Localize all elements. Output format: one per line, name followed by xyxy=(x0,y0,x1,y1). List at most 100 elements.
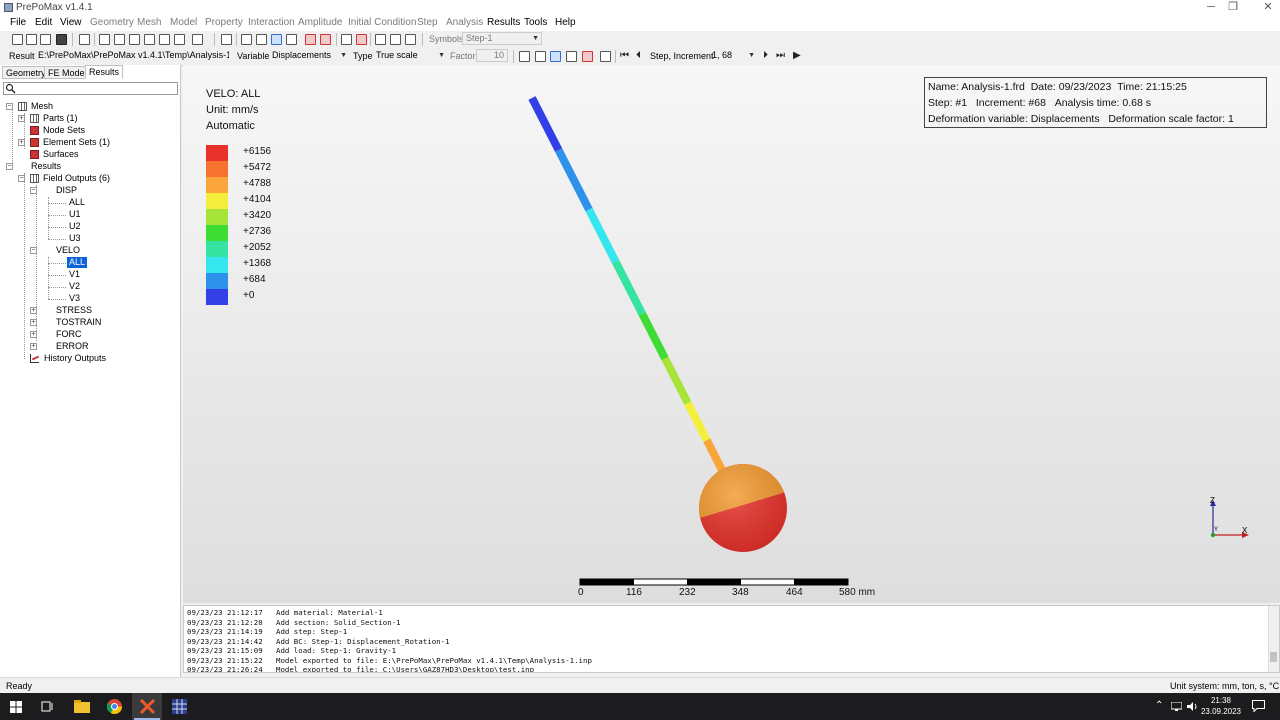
explode-icon[interactable] xyxy=(305,34,316,45)
expand-icon[interactable]: + xyxy=(30,331,37,338)
wireframe-icon[interactable] xyxy=(241,34,252,45)
log-scrollbar-thumb[interactable] xyxy=(1270,652,1277,662)
expand-icon[interactable]: + xyxy=(30,319,37,326)
output-log[interactable]: 09/23/23 21:12:17 Add material: Material… xyxy=(183,605,1280,673)
stop-icon[interactable] xyxy=(582,51,593,62)
shaded-edges-icon[interactable] xyxy=(256,34,267,45)
show-only-icon[interactable] xyxy=(405,34,416,45)
variable-select[interactable]: Displacements ▼ xyxy=(268,49,350,62)
new-icon[interactable] xyxy=(12,34,23,45)
tree-search-input[interactable] xyxy=(3,82,178,95)
expand-icon[interactable]: + xyxy=(30,307,37,314)
tray-chevron-up-icon[interactable]: ⌃ xyxy=(1155,700,1163,711)
tab-geometry[interactable]: Geometry xyxy=(2,66,50,79)
view-top-icon[interactable] xyxy=(129,34,140,45)
tab-fe-model[interactable]: FE Model xyxy=(44,66,91,79)
display-table-icon[interactable] xyxy=(550,51,561,62)
expand-icon[interactable]: + xyxy=(30,343,37,350)
view-back-icon[interactable] xyxy=(114,34,125,45)
menu-step[interactable]: Step xyxy=(417,17,438,28)
menu-results[interactable]: Results xyxy=(487,17,520,28)
notifications-icon[interactable] xyxy=(1252,700,1265,712)
increment-select[interactable]: 1, 68 ▼ xyxy=(708,49,758,62)
expand-icon[interactable]: + xyxy=(18,115,25,122)
prepomax-app-icon xyxy=(140,699,155,714)
save-icon[interactable] xyxy=(56,34,67,45)
x-axis-label: X xyxy=(1242,526,1248,535)
speaker-icon[interactable] xyxy=(1187,702,1199,711)
view-left-icon[interactable] xyxy=(159,34,170,45)
menu-mesh[interactable]: Mesh xyxy=(137,17,161,28)
hide-icon[interactable] xyxy=(390,34,401,45)
symbols-step-select[interactable]: Step-1 ▼ xyxy=(462,32,542,45)
view-front-icon[interactable] xyxy=(99,34,110,45)
menu-analysis[interactable]: Analysis xyxy=(446,17,483,28)
close-button[interactable]: ✕ xyxy=(1245,0,1280,16)
menu-amplitude[interactable]: Amplitude xyxy=(298,17,342,28)
shaded-icon[interactable] xyxy=(271,34,282,45)
section-view-icon[interactable] xyxy=(286,34,297,45)
clock-date[interactable]: 23.09.2023 xyxy=(1200,707,1242,716)
collapse-icon[interactable]: − xyxy=(18,175,25,182)
menu-initial-condition[interactable]: Initial Condition xyxy=(348,17,416,28)
scale-label-580mm: 580 mm xyxy=(839,587,876,598)
remove-annotations-icon[interactable] xyxy=(356,34,367,45)
task-view-icon[interactable] xyxy=(41,700,55,713)
rod-segment xyxy=(612,259,646,316)
log-scrollbar[interactable] xyxy=(1268,606,1279,672)
query-icon[interactable] xyxy=(341,34,352,45)
graphics-viewport[interactable]: VELO: ALL Unit: mm/s Automatic +6156 +547… xyxy=(183,65,1280,603)
next-increment-icon[interactable]: ⏵ xyxy=(763,51,768,61)
file-explorer-icon[interactable] xyxy=(74,700,90,713)
play-icon[interactable]: ▶ xyxy=(793,51,801,61)
show-icon[interactable] xyxy=(375,34,386,45)
y-axis-label: Y xyxy=(1214,527,1218,533)
collapse-icon[interactable]: − xyxy=(6,103,13,110)
previous-increment-icon[interactable]: ⏴ xyxy=(636,51,641,61)
display-grid-icon[interactable] xyxy=(519,51,530,62)
expand-icon[interactable]: + xyxy=(18,139,25,146)
tree-label-surfaces: Surfaces xyxy=(43,149,79,159)
menu-edit[interactable]: Edit xyxy=(35,17,52,28)
result-file-select[interactable]: E:\PrePoMax\PrePoMax v1.4.1\Temp\Analysi… xyxy=(34,49,230,62)
factor-input[interactable]: 10 xyxy=(476,49,508,62)
view-right-icon[interactable] xyxy=(174,34,185,45)
mesh-app-icon[interactable] xyxy=(172,699,187,714)
menu-model[interactable]: Model xyxy=(170,17,197,28)
menu-help[interactable]: Help xyxy=(555,17,576,28)
animation-icon[interactable] xyxy=(600,51,611,62)
clock-time[interactable]: 21:38 xyxy=(1206,696,1236,705)
menu-view[interactable]: View xyxy=(60,17,82,28)
windows-start-icon[interactable] xyxy=(10,701,22,713)
network-icon[interactable] xyxy=(1171,702,1182,711)
surface-icon xyxy=(30,150,39,159)
tree-label-velo-all: ALL xyxy=(67,257,88,268)
menu-property[interactable]: Property xyxy=(205,17,243,28)
menu-file[interactable]: File xyxy=(10,17,26,28)
collapse-icon[interactable]: − xyxy=(6,163,13,170)
collapse-icon[interactable]: − xyxy=(30,187,37,194)
last-increment-icon[interactable]: ⏭ xyxy=(776,51,785,61)
menu-geometry[interactable]: Geometry xyxy=(90,17,134,28)
collapse-icon[interactable]: − xyxy=(30,247,37,254)
first-increment-icon[interactable]: ⏮ xyxy=(620,51,629,61)
tab-results[interactable]: Results xyxy=(85,65,124,79)
display-columns-icon[interactable] xyxy=(566,51,577,62)
display-rows-icon[interactable] xyxy=(535,51,546,62)
rod-segment xyxy=(638,311,669,361)
view-bottom-icon[interactable] xyxy=(144,34,155,45)
menu-tools[interactable]: Tools xyxy=(524,17,547,28)
windows-taskbar: ⌃ 21:38 23.09.2023 xyxy=(0,693,1280,720)
menu-interaction[interactable]: Interaction xyxy=(248,17,295,28)
open-icon[interactable] xyxy=(26,34,37,45)
cube-icon[interactable] xyxy=(221,34,232,45)
type-select[interactable]: True scale ▼ xyxy=(372,49,448,62)
chrome-icon[interactable] xyxy=(107,699,122,714)
tree-label-disp-all: ALL xyxy=(69,197,86,207)
zoom-icon[interactable] xyxy=(79,34,90,45)
app-icon xyxy=(4,3,13,12)
view-iso-icon[interactable] xyxy=(192,34,203,45)
transform-icon[interactable] xyxy=(320,34,331,45)
import-icon[interactable] xyxy=(40,34,51,45)
prepomax-taskbar-button[interactable] xyxy=(132,693,162,720)
